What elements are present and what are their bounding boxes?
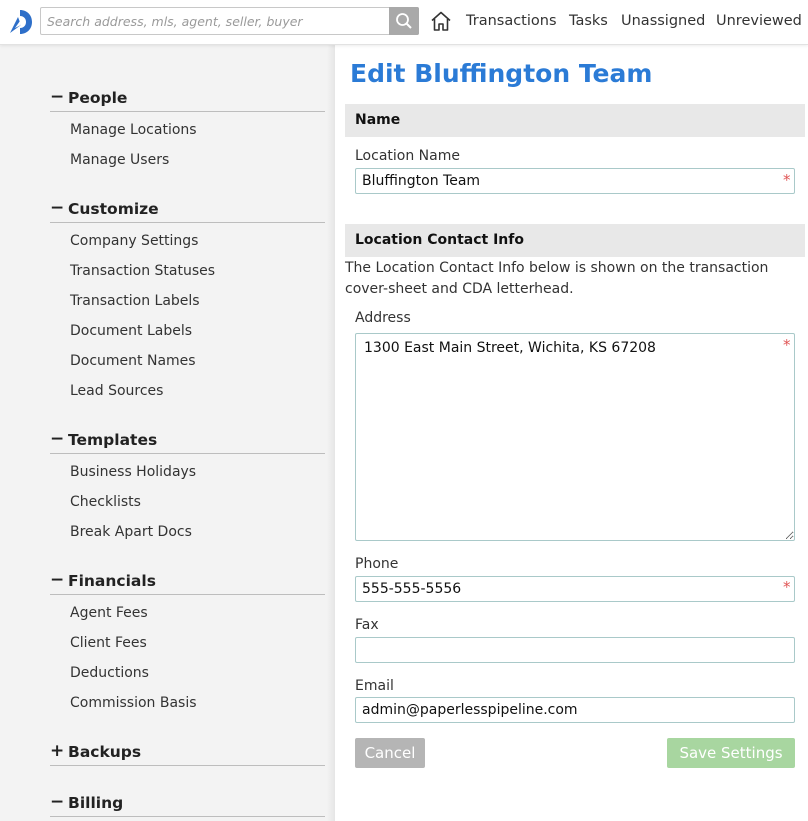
sidebar-section-title: Backups [68, 743, 142, 761]
sidebar-item-company-settings[interactable]: Company Settings [70, 232, 198, 250]
sidebar-item-document-labels[interactable]: Document Labels [70, 322, 192, 340]
location-name-label: Location Name [355, 148, 460, 164]
nav-tasks[interactable]: Tasks [569, 13, 608, 29]
sidebar-item-transaction-statuses[interactable]: Transaction Statuses [70, 262, 215, 280]
nav-transactions[interactable]: Transactions [466, 13, 557, 29]
sidebar-item-manage-users[interactable]: Manage Users [70, 151, 169, 169]
collapse-icon: − [50, 570, 65, 590]
sidebar-shadow [327, 45, 335, 821]
search-button[interactable] [389, 7, 419, 35]
search-input[interactable] [41, 8, 390, 34]
nav-unreviewed[interactable]: Unreviewed [716, 13, 802, 29]
sidebar-section-title: People [68, 89, 128, 107]
sidebar-item-deductions[interactable]: Deductions [70, 664, 149, 682]
sidebar: − People Manage Locations Manage Users −… [0, 45, 335, 821]
sidebar-item-lead-sources[interactable]: Lead Sources [70, 382, 163, 400]
sidebar-item-commission-basis[interactable]: Commission Basis [70, 694, 197, 712]
sidebar-item-transaction-labels[interactable]: Transaction Labels [70, 292, 200, 310]
sidebar-item-business-holidays[interactable]: Business Holidays [70, 463, 196, 481]
collapse-icon: − [50, 87, 65, 107]
cancel-button[interactable]: Cancel [355, 738, 425, 768]
section-header-name: Name [345, 104, 805, 137]
nav-unassigned[interactable]: Unassigned [621, 13, 705, 29]
section-header-label: Name [355, 112, 401, 128]
search-box [40, 7, 419, 35]
sidebar-section-title: Customize [68, 200, 159, 218]
fax-field[interactable] [355, 637, 795, 663]
sidebar-item-manage-locations[interactable]: Manage Locations [70, 121, 197, 139]
contact-info-description: The Location Contact Info below is shown… [345, 260, 769, 297]
collapse-icon: − [50, 198, 65, 218]
logo-icon[interactable] [8, 9, 33, 35]
sidebar-section-title: Financials [68, 572, 156, 590]
expand-icon: + [50, 741, 65, 761]
address-label: Address [355, 310, 411, 326]
home-icon[interactable] [430, 10, 452, 32]
sidebar-section-financials[interactable]: − Financials [50, 570, 325, 595]
address-field[interactable]: 1300 East Main Street, Wichita, KS 67208 [355, 333, 795, 541]
sidebar-section-templates[interactable]: − Templates [50, 429, 325, 454]
top-bar: Transactions Tasks Unassigned Unreviewed [0, 0, 808, 45]
sidebar-section-title: Templates [68, 431, 158, 449]
section-header-label: Location Contact Info [355, 232, 524, 248]
page-title: Edit Bluffington Team [350, 59, 653, 88]
sidebar-item-agent-fees[interactable]: Agent Fees [70, 604, 148, 622]
fax-label: Fax [355, 617, 379, 633]
sidebar-item-break-apart-docs[interactable]: Break Apart Docs [70, 523, 192, 541]
sidebar-section-billing[interactable]: − Billing [50, 792, 325, 817]
sidebar-section-people[interactable]: − People [50, 87, 325, 112]
save-settings-button[interactable]: Save Settings [667, 738, 795, 768]
collapse-icon: − [50, 792, 65, 812]
sidebar-section-backups[interactable]: + Backups [50, 741, 325, 766]
email-field[interactable] [355, 697, 795, 723]
search-icon [396, 13, 412, 29]
sidebar-item-client-fees[interactable]: Client Fees [70, 634, 147, 652]
sidebar-item-document-names[interactable]: Document Names [70, 352, 196, 370]
location-name-field[interactable] [355, 168, 795, 194]
sidebar-item-checklists[interactable]: Checklists [70, 493, 141, 511]
email-label: Email [355, 678, 394, 694]
sidebar-section-title: Billing [68, 794, 124, 812]
collapse-icon: − [50, 429, 65, 449]
phone-field[interactable] [355, 576, 795, 602]
phone-label: Phone [355, 556, 399, 572]
sidebar-section-customize[interactable]: − Customize [50, 198, 325, 223]
section-header-contact-info: Location Contact Info [345, 224, 805, 257]
